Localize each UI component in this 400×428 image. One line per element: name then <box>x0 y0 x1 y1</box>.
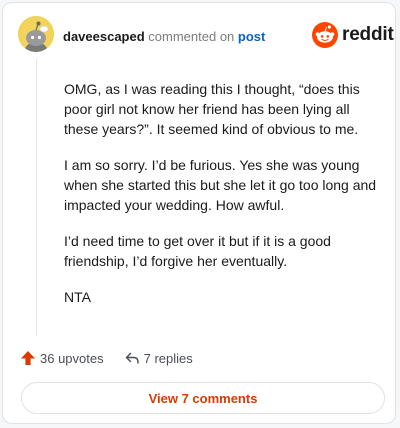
username[interactable]: daveescaped <box>63 29 145 44</box>
comment-body: OMG, as I was reading this I thought, “d… <box>64 79 384 323</box>
comment-paragraph: I am so sorry. I’d be furious. Yes she w… <box>64 157 377 213</box>
action-text: commented on <box>148 29 235 44</box>
comment-paragraph: NTA <box>64 289 91 305</box>
comment-paragraph: OMG, as I was reading this I thought, “d… <box>64 81 360 137</box>
comment-actions: 36 upvotes 7 replies <box>20 348 193 368</box>
post-link[interactable]: post <box>238 29 265 44</box>
replies-button[interactable]: 7 replies <box>124 350 193 366</box>
logo-text: reddit <box>342 24 394 45</box>
upvote-count: 36 upvotes <box>40 350 104 366</box>
comment-header: daveescaped commented on post <box>63 29 265 44</box>
reply-icon <box>125 352 139 364</box>
view-comments-button[interactable]: View 7 comments <box>21 382 385 414</box>
reply-count: 7 replies <box>143 350 193 366</box>
snoo-avatar-icon <box>18 16 54 52</box>
comment-card: daveescaped commented on post reddit OMG… <box>2 2 396 424</box>
thread-line <box>36 59 37 336</box>
reddit-logo[interactable]: reddit <box>312 21 394 49</box>
upvote-arrow-icon <box>21 351 35 365</box>
avatar[interactable] <box>18 16 54 52</box>
comment-paragraph: I’d need time to get over it but if it i… <box>64 233 331 269</box>
reddit-logo-icon <box>312 22 338 48</box>
upvote-button[interactable]: 36 upvotes <box>20 350 104 366</box>
